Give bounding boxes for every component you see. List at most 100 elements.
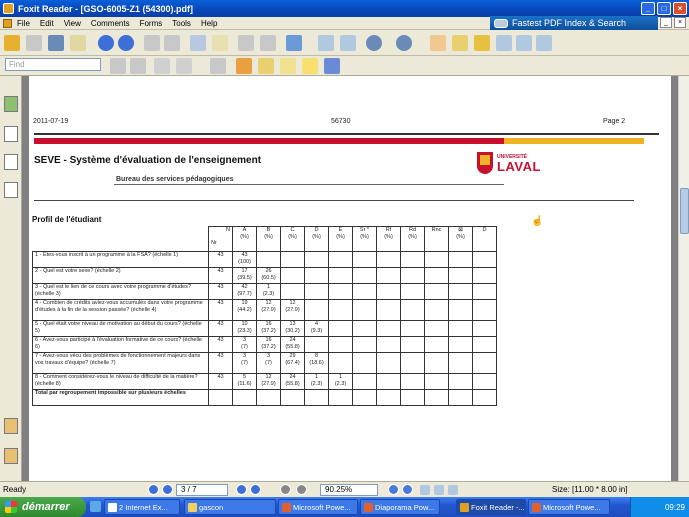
layers-panel-icon[interactable] — [4, 182, 18, 198]
typewriter-icon[interactable] — [210, 58, 226, 74]
continuous-icon[interactable] — [434, 485, 444, 495]
copy-icon[interactable] — [190, 35, 206, 51]
facing-icon[interactable] — [448, 485, 458, 495]
find-input[interactable]: Find — [5, 58, 101, 71]
zoom-icon[interactable] — [286, 35, 302, 51]
promo-banner[interactable]: Fastest PDF Index & Search — [490, 16, 658, 30]
attachments-panel-icon[interactable] — [4, 418, 18, 434]
image-icon[interactable] — [536, 35, 552, 51]
maximize-button[interactable]: □ — [657, 2, 671, 15]
menu-forms[interactable]: Forms — [135, 19, 168, 28]
pencil-icon[interactable] — [236, 58, 252, 74]
bookmark-icon[interactable] — [496, 35, 512, 51]
menu-tools[interactable]: Tools — [167, 19, 196, 28]
undo-icon[interactable] — [238, 35, 254, 51]
zoom-field[interactable]: 90.25% — [320, 484, 378, 496]
value-cell — [304, 267, 329, 284]
task-internet-explorer[interactable]: 2 Internet Ex... — [104, 499, 180, 515]
open-icon[interactable] — [4, 35, 20, 51]
next-page-button-icon[interactable] — [236, 484, 247, 495]
arrow-tool-icon[interactable] — [474, 35, 490, 51]
value-cell — [352, 352, 377, 374]
menu-help[interactable]: Help — [196, 19, 222, 28]
count-value: 29 — [289, 353, 296, 359]
value-cell — [424, 373, 449, 390]
zoom-out-icon[interactable] — [366, 35, 382, 51]
previous-page-icon[interactable] — [98, 35, 114, 51]
bookmarks-panel-icon[interactable] — [4, 96, 18, 112]
first-page-icon[interactable] — [148, 484, 159, 495]
zoom-in-icon[interactable] — [396, 35, 412, 51]
fit-page-icon[interactable] — [318, 35, 334, 51]
column-letter: Rf — [385, 227, 392, 233]
value-cell — [376, 299, 401, 321]
clock[interactable]: 09:29 — [665, 503, 685, 512]
menu-file[interactable]: File — [12, 19, 35, 28]
forward-icon[interactable] — [164, 35, 180, 51]
doc-close-button[interactable]: × — [674, 17, 686, 28]
question-cell: 7 - Avez-vous vécu des problèmes de fonc… — [32, 352, 209, 374]
clip-icon[interactable] — [4, 448, 18, 464]
start-button[interactable]: démarrer — [0, 497, 86, 517]
task-foxit-reader[interactable]: Foxit Reader -... — [456, 499, 526, 515]
value-cell — [472, 299, 497, 321]
zoom-in-status-icon[interactable] — [402, 484, 413, 495]
powerpoint-icon-2 — [532, 503, 541, 512]
question-cell: 3 - Quel est le lien de ce cours avec vo… — [32, 283, 209, 300]
paste-icon[interactable] — [212, 35, 228, 51]
last-page-icon[interactable] — [250, 484, 261, 495]
facing-pages-icon[interactable] — [176, 58, 192, 74]
pages-panel-icon[interactable] — [4, 126, 18, 142]
next-page-icon[interactable] — [118, 35, 134, 51]
menu-edit[interactable]: Edit — [35, 19, 59, 28]
menu-view[interactable]: View — [59, 19, 86, 28]
prev-view-icon[interactable] — [280, 484, 291, 495]
task-powerpoint-2[interactable]: Microsoft Powe... — [528, 499, 610, 515]
page-layout-icon[interactable] — [154, 58, 170, 74]
page-number-field[interactable]: 3 / 7 — [176, 484, 228, 496]
task-diaporama[interactable]: Diaporama Pow... — [360, 499, 440, 515]
vertical-scrollbar[interactable] — [678, 76, 689, 481]
prev-page-icon[interactable] — [162, 484, 173, 495]
powerpoint-icon — [282, 503, 291, 512]
menu-comments[interactable]: Comments — [86, 19, 135, 28]
value-cell — [400, 389, 425, 406]
task-powerpoint-1[interactable]: Microsoft Powe... — [278, 499, 358, 515]
back-icon[interactable] — [144, 35, 160, 51]
highlight-icon[interactable] — [258, 58, 274, 74]
save-icon[interactable] — [26, 35, 42, 51]
line-icon[interactable] — [324, 58, 340, 74]
value-cell — [352, 299, 377, 321]
task-gascon[interactable]: gascon — [184, 499, 276, 515]
redo-icon[interactable] — [260, 35, 276, 51]
count-value: 12 — [265, 374, 272, 380]
ie-quicklaunch-icon[interactable] — [90, 501, 101, 512]
value-cell — [376, 267, 401, 284]
print-icon[interactable] — [48, 35, 64, 51]
rotate-icon[interactable] — [130, 58, 146, 74]
text-select-icon[interactable] — [452, 35, 468, 51]
zoom-out-status-icon[interactable] — [388, 484, 399, 495]
hand-cursor-icon: ☝ — [531, 216, 544, 227]
single-page-icon[interactable] — [420, 485, 430, 495]
doc-minimize-button[interactable]: _ — [660, 17, 672, 28]
minimize-button[interactable]: _ — [641, 2, 655, 15]
document-viewer[interactable]: 2011-07-19 56730 Page 2 SEVE - Système d… — [22, 76, 678, 481]
annotations-panel-icon[interactable] — [4, 154, 18, 170]
text-box-icon[interactable] — [280, 58, 296, 74]
note-icon[interactable] — [302, 58, 318, 74]
system-tray: 09:29 — [630, 497, 689, 517]
next-view-icon[interactable] — [296, 484, 307, 495]
scroll-thumb[interactable] — [680, 188, 689, 234]
speaker-icon[interactable] — [110, 58, 126, 74]
windows-logo-icon — [5, 501, 17, 513]
close-button[interactable]: × — [673, 2, 687, 15]
snapshot-icon[interactable] — [516, 35, 532, 51]
value-cell: 1 (2.3) — [256, 283, 281, 300]
document-icon[interactable] — [3, 18, 12, 28]
hand-tool-icon[interactable] — [430, 35, 446, 51]
value-cell — [424, 267, 449, 284]
percent-value: (2.3) — [310, 381, 323, 387]
fit-width-icon[interactable] — [340, 35, 356, 51]
email-icon[interactable] — [70, 35, 86, 51]
